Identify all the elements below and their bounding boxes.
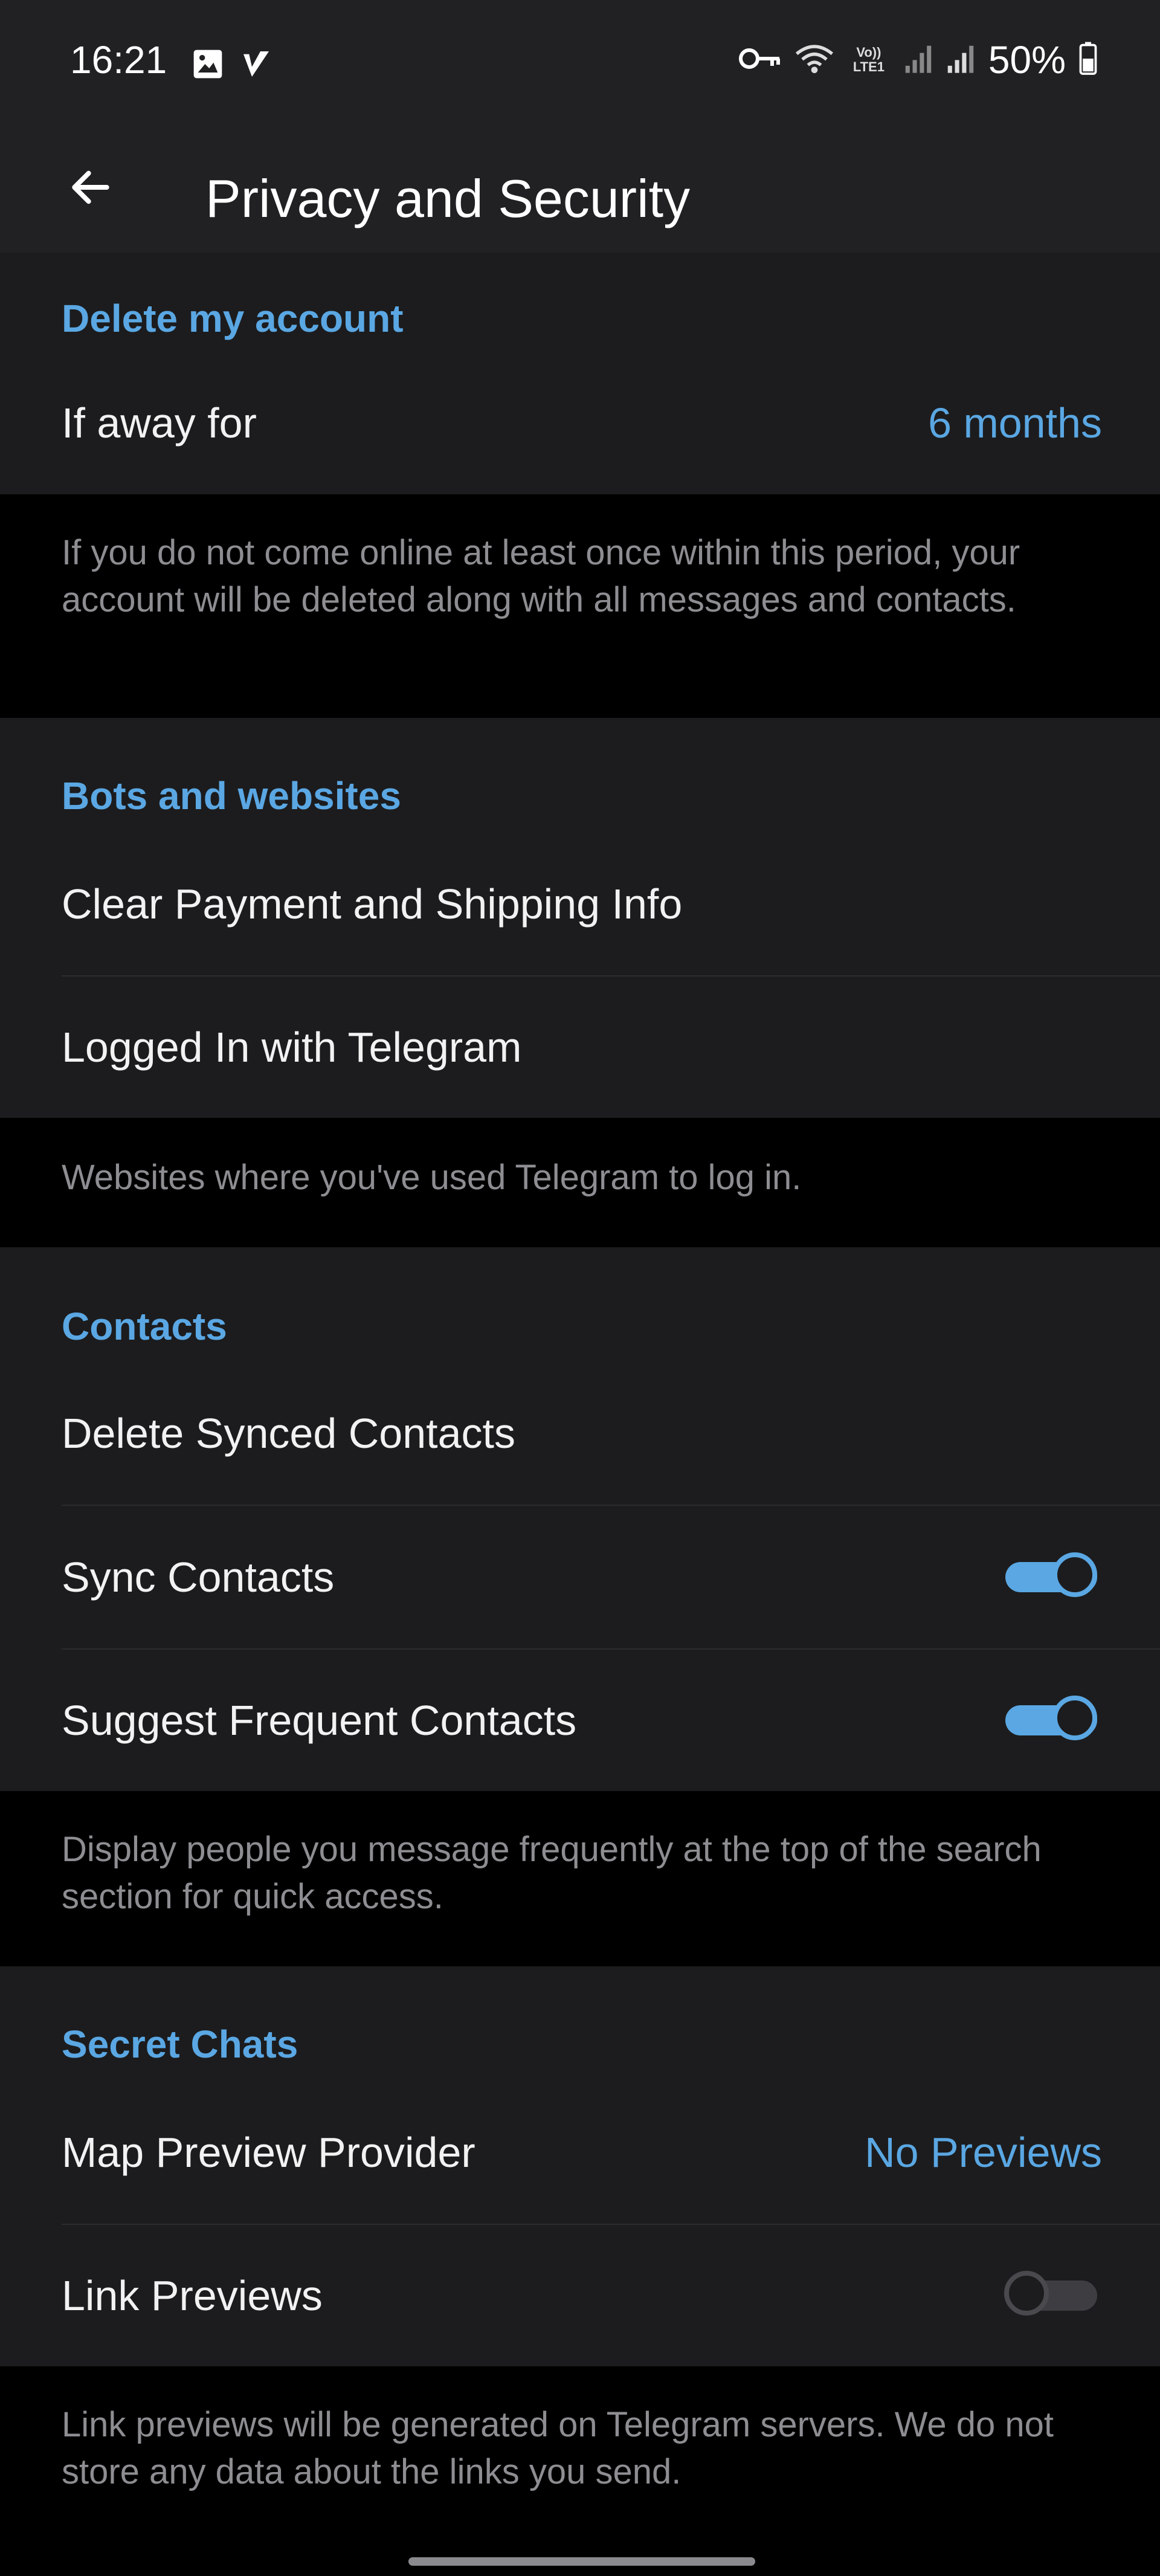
arrow-left-icon [66, 163, 115, 215]
section-header-secret-chats: Secret Chats [62, 2022, 298, 2066]
if-away-for-value: 6 months [928, 399, 1102, 447]
section-header-contacts: Contacts [62, 1305, 227, 1348]
suggest-frequent-contacts-label: Suggest Frequent Contacts [62, 1697, 577, 1744]
section-header-bots-websites: Bots and websites [62, 774, 401, 818]
wifi-icon [795, 42, 834, 79]
hint-contacts-text: Display people you message frequently at… [62, 1830, 1042, 1916]
link-previews-label: Link Previews [62, 2272, 323, 2319]
clear-payment-shipping-label: Clear Payment and Shipping Info [62, 880, 683, 928]
check-mark-icon [239, 47, 273, 84]
home-indicator[interactable] [408, 2557, 755, 2566]
sync-contacts-row[interactable]: Sync Contacts [0, 1506, 1160, 1648]
status-bar: 16:21 Vo)) LTE1 50% [0, 0, 1160, 128]
toggle-knob [1052, 1552, 1097, 1597]
section-delete-account: Delete my account If away for 6 months [0, 253, 1160, 494]
clear-payment-shipping-row[interactable]: Clear Payment and Shipping Info [0, 833, 1160, 975]
status-time: 16:21 [70, 38, 167, 82]
section-bots-websites: Bots and websites Clear Payment and Ship… [0, 718, 1160, 1118]
hint-delete-account-text: If you do not come online at least once … [62, 533, 1020, 619]
if-away-for-row[interactable]: If away for 6 months [0, 352, 1160, 494]
volte-lte-icon: Vo)) LTE1 [852, 45, 884, 74]
section-contacts: Contacts Delete Synced Contacts Sync Con… [0, 1247, 1160, 1791]
key-icon [738, 44, 782, 76]
battery-icon [1079, 42, 1097, 79]
logged-in-with-telegram-row[interactable]: Logged In with Telegram [0, 976, 1160, 1118]
signal-1-icon [904, 43, 933, 77]
signal-2-icon [946, 43, 975, 77]
battery-percentage: 50% [988, 38, 1066, 82]
hint-delete-account: If you do not come online at least once … [0, 494, 1160, 718]
toggle-knob [1004, 2271, 1049, 2316]
page-title: Privacy and Security [205, 169, 691, 228]
if-away-for-label: If away for [62, 399, 257, 447]
hint-bots-websites: Websites where you've used Telegram to l… [0, 1118, 1160, 1247]
link-previews-row[interactable]: Link Previews [0, 2225, 1160, 2366]
status-right-icons: Vo)) LTE1 50% [738, 37, 1097, 82]
section-secret-chats: Secret Chats Map Preview Provider No Pre… [0, 1966, 1160, 2366]
map-preview-provider-row[interactable]: Map Preview Provider No Previews [0, 2081, 1160, 2224]
app-bar: Privacy and Security [0, 128, 1160, 253]
delete-synced-contacts-row[interactable]: Delete Synced Contacts [0, 1362, 1160, 1505]
link-previews-toggle[interactable] [1004, 2271, 1102, 2320]
hint-secret-chats: Link previews will be generated on Teleg… [0, 2366, 1160, 2576]
hint-secret-chats-text: Link previews will be generated on Teleg… [62, 2405, 1054, 2491]
map-preview-provider-value: No Previews [865, 2129, 1102, 2176]
map-preview-provider-label: Map Preview Provider [62, 2129, 475, 2176]
hint-bots-websites-text: Websites where you've used Telegram to l… [62, 1158, 802, 1197]
delete-synced-contacts-label: Delete Synced Contacts [62, 1410, 515, 1457]
status-left-icons [191, 47, 273, 84]
suggest-frequent-contacts-row[interactable]: Suggest Frequent Contacts [0, 1650, 1160, 1791]
logged-in-with-telegram-label: Logged In with Telegram [62, 1024, 522, 1071]
suggest-frequent-contacts-toggle[interactable] [1005, 1696, 1102, 1745]
image-icon [191, 47, 225, 84]
toggle-knob [1052, 1696, 1097, 1740]
back-button[interactable] [54, 152, 127, 225]
sync-contacts-toggle[interactable] [1005, 1552, 1102, 1602]
section-header-delete-account: Delete my account [62, 297, 404, 340]
sync-contacts-label: Sync Contacts [62, 1554, 335, 1601]
hint-contacts: Display people you message frequently at… [0, 1791, 1160, 1966]
